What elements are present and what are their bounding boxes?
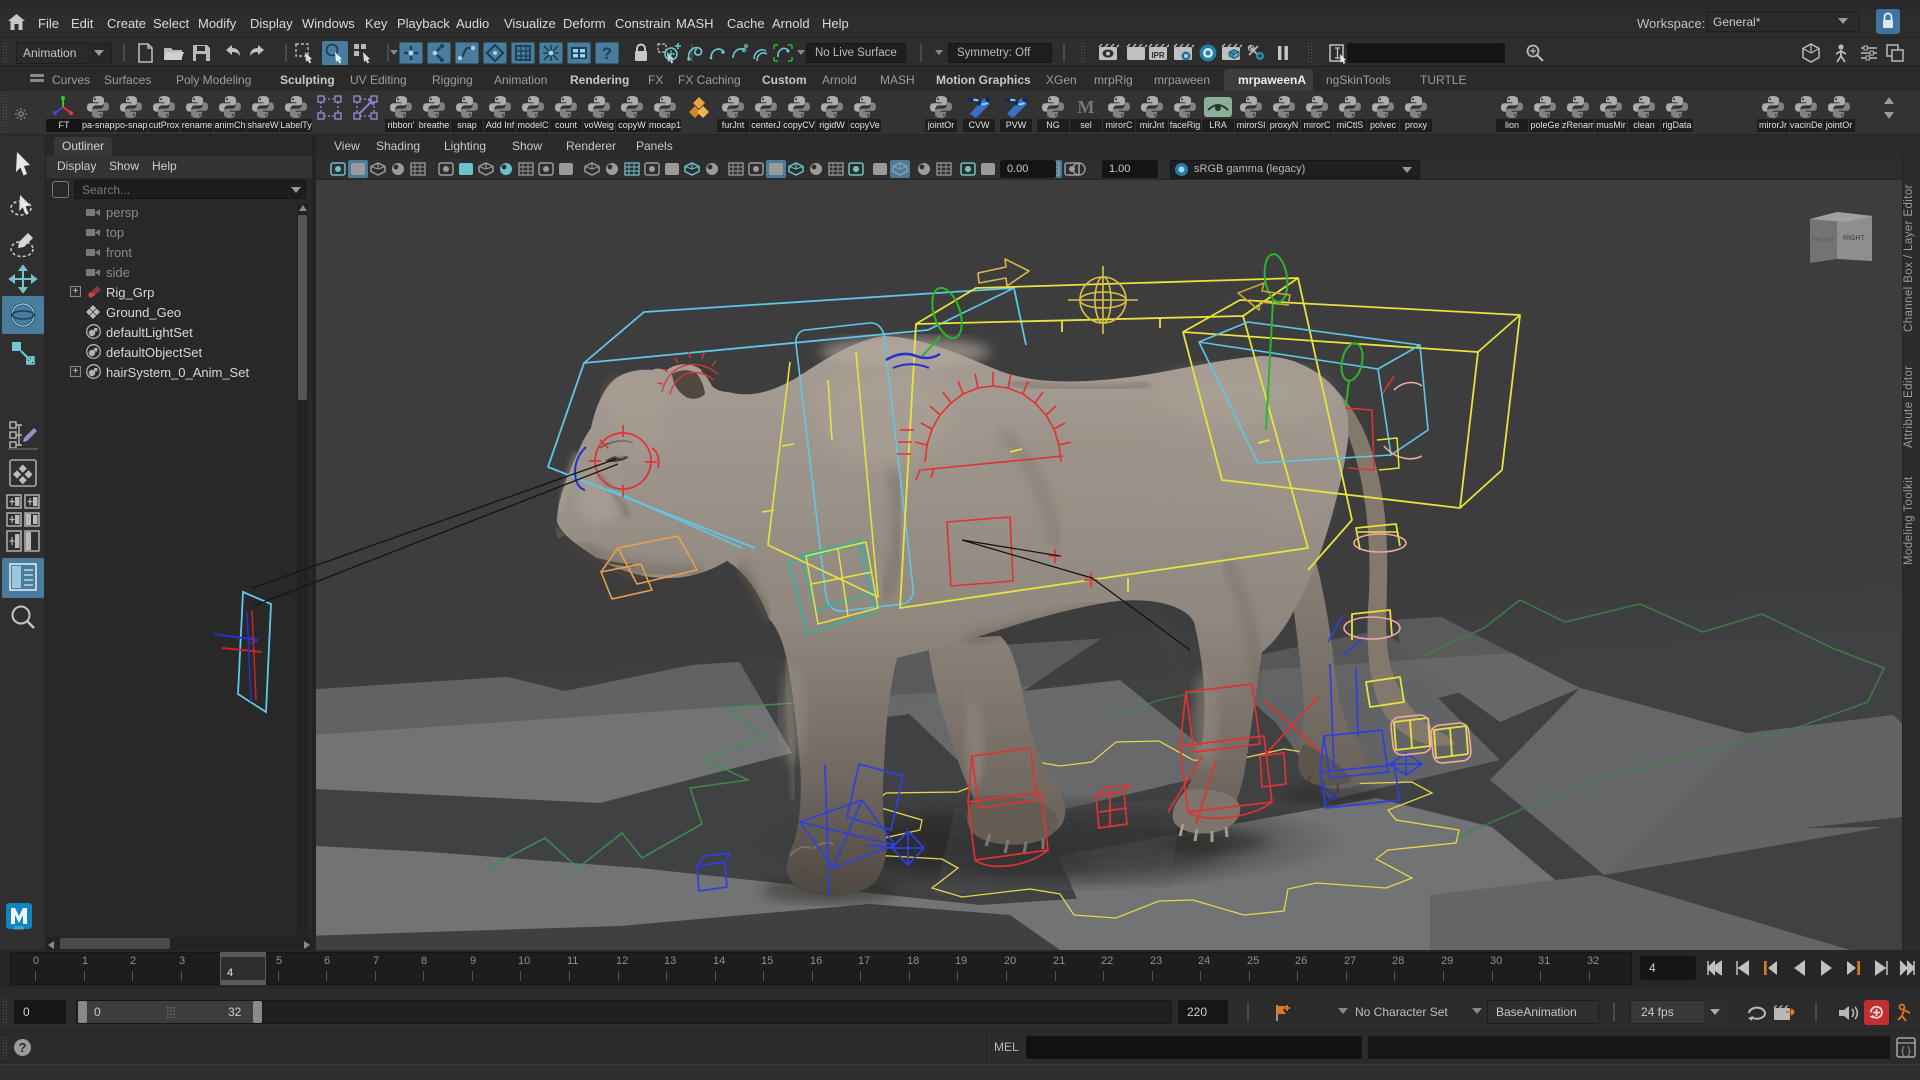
svg-text:IPR: IPR — [1151, 51, 1165, 60]
svg-text:AYA: AYA — [14, 926, 24, 931]
svg-text:?: ? — [602, 44, 612, 63]
svg-text:RIGHT: RIGHT — [1843, 235, 1866, 242]
svg-text:FRONT: FRONT — [1812, 237, 1834, 244]
svg-text:M: M — [1078, 97, 1095, 117]
svg-text:{ }: { } — [1901, 1046, 1911, 1057]
